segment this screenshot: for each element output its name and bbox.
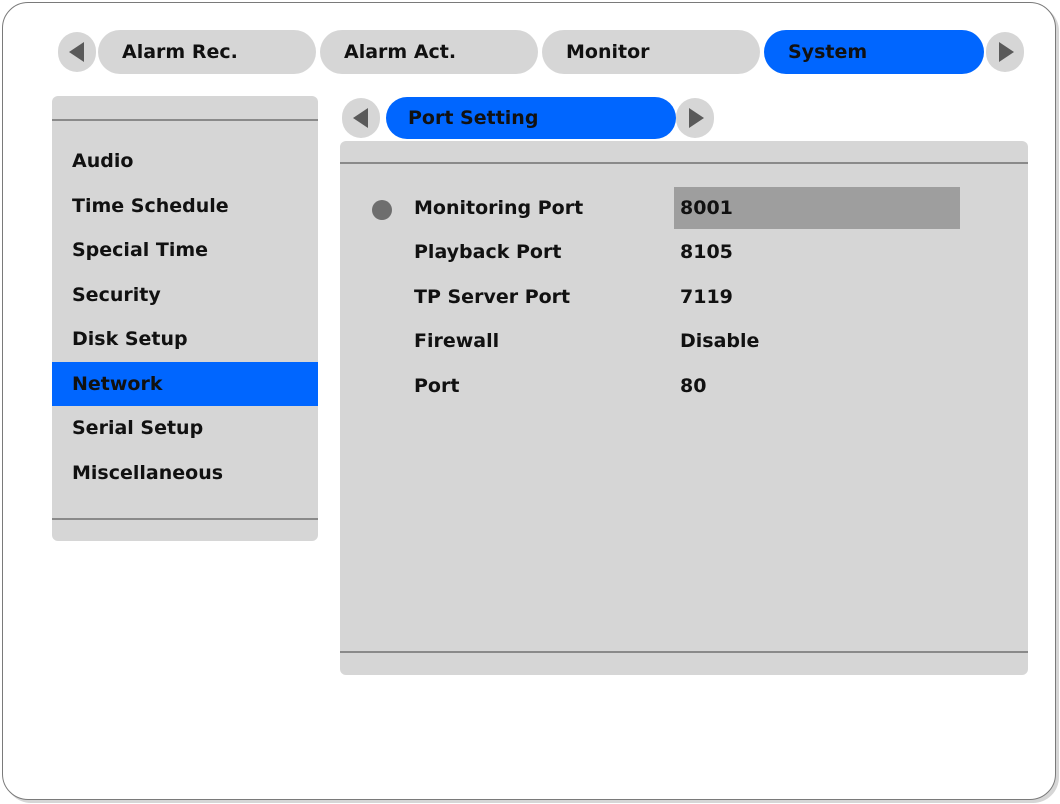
sidebar-item-disk-setup[interactable]: Disk Setup <box>52 317 318 361</box>
sidebar-item-miscellaneous[interactable]: Miscellaneous <box>52 451 318 495</box>
sidebar-item-audio[interactable]: Audio <box>52 139 318 183</box>
firewall-label: Firewall <box>414 330 500 352</box>
prev-tab-button[interactable] <box>58 32 96 72</box>
sidebar-item-time-schedule[interactable]: Time Schedule <box>52 184 318 228</box>
sidebar-bottom-divider <box>52 518 318 520</box>
monitoring-port-label: Monitoring Port <box>414 197 584 219</box>
circle-bullet-icon <box>372 200 392 220</box>
sidebar-menu: Audio Time Schedule Special Time Securit… <box>52 96 318 541</box>
tab-alarm-act[interactable]: Alarm Act. <box>320 30 538 74</box>
sidebar-item-serial-setup[interactable]: Serial Setup <box>52 406 318 450</box>
triangle-right-icon <box>689 108 704 128</box>
sidebar-item-special-time[interactable]: Special Time <box>52 228 318 272</box>
playback-port-value[interactable]: 8105 <box>680 241 733 263</box>
tab-port-setting[interactable]: Port Setting <box>386 97 676 139</box>
tp-server-port-label: TP Server Port <box>414 286 571 308</box>
tab-system[interactable]: System <box>764 30 984 74</box>
port-setting-panel: Monitoring Port 8001 Playback Port 8105 … <box>340 141 1028 675</box>
next-subtab-button[interactable] <box>676 98 714 138</box>
sidebar-item-security[interactable]: Security <box>52 273 318 317</box>
sidebar-item-network[interactable]: Network <box>52 362 318 406</box>
triangle-left-icon <box>69 42 84 62</box>
playback-port-label: Playback Port <box>414 241 562 263</box>
panel-top-divider <box>340 162 1028 164</box>
triangle-right-icon <box>999 42 1014 62</box>
monitoring-port-value[interactable]: 8001 <box>680 197 733 219</box>
panel-bottom-divider <box>340 651 1028 653</box>
triangle-left-icon <box>353 108 368 128</box>
firewall-value[interactable]: Disable <box>680 330 759 352</box>
tp-server-port-value[interactable]: 7119 <box>680 286 733 308</box>
port-label: Port <box>414 375 460 397</box>
sidebar-top-divider <box>52 119 318 121</box>
tab-monitor[interactable]: Monitor <box>542 30 760 74</box>
prev-subtab-button[interactable] <box>342 98 380 138</box>
next-tab-button[interactable] <box>986 32 1024 72</box>
port-value[interactable]: 80 <box>680 375 706 397</box>
tab-alarm-rec[interactable]: Alarm Rec. <box>98 30 316 74</box>
